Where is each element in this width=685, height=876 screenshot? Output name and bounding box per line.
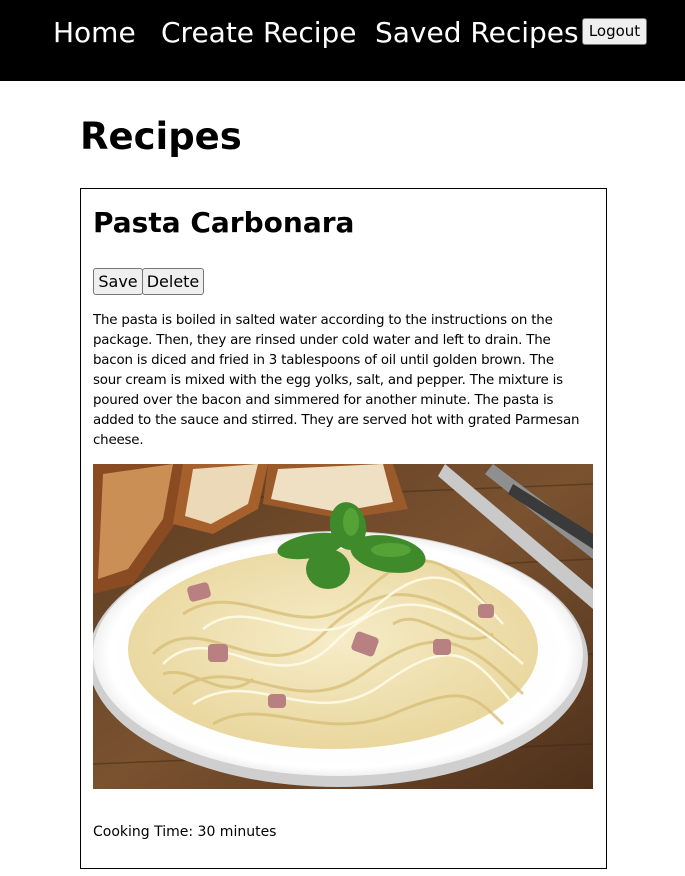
recipe-card: Pasta Carbonara Save Delete The pasta is…: [80, 188, 607, 869]
recipe-image: [93, 464, 593, 789]
page-title: Recipes: [80, 115, 242, 158]
delete-button[interactable]: Delete: [142, 268, 204, 295]
cooking-time: Cooking Time: 30 minutes: [93, 824, 277, 840]
nav-link-home[interactable]: Home: [53, 14, 136, 52]
save-button[interactable]: Save: [93, 268, 143, 295]
nav-link-create-recipe[interactable]: Create Recipe: [161, 14, 357, 52]
nav-link-saved-recipes[interactable]: Saved Recipes: [375, 14, 579, 52]
logout-button[interactable]: Logout: [582, 18, 647, 45]
recipe-title: Pasta Carbonara: [93, 206, 355, 239]
top-navbar: Home Create Recipe Saved Recipes Logout: [0, 0, 685, 81]
recipe-instructions: The pasta is boiled in salted water acco…: [93, 313, 580, 448]
